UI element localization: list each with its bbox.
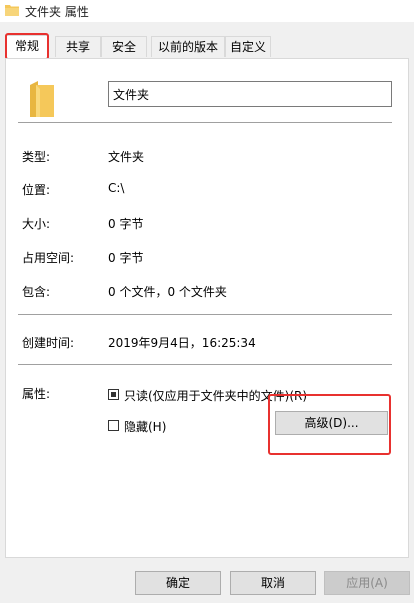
folder-icon (5, 5, 19, 16)
hidden-checkbox[interactable] (108, 420, 119, 431)
contains-label: 包含: (22, 285, 51, 299)
folder-icon (30, 81, 54, 117)
tab-customize[interactable]: 自定义 (225, 36, 271, 57)
hidden-label[interactable]: 隐藏(H) (124, 418, 166, 435)
contains-value: 0 个文件，0 个文件夹 (108, 285, 227, 299)
divider (18, 364, 392, 365)
readonly-checkbox[interactable] (108, 389, 119, 400)
apply-button[interactable]: 应用(A) (324, 571, 410, 595)
folder-name-field[interactable] (108, 81, 392, 107)
window-title: 文件夹 属性 (25, 5, 89, 19)
size-label: 大小: (22, 217, 51, 231)
divider (18, 122, 392, 123)
advanced-button[interactable]: 高级(D)... (275, 411, 388, 435)
cancel-button[interactable]: 取消 (230, 571, 316, 595)
tab-sharing[interactable]: 共享 (55, 36, 101, 57)
size-on-disk-value: 0 字节 (108, 251, 144, 265)
size-on-disk-label: 占用空间: (22, 251, 75, 265)
divider (18, 314, 392, 315)
general-panel: 类型: 文件夹 位置: C:\ 大小: 0 字节 占用空间: 0 字节 包含: … (5, 58, 409, 558)
created-value: 2019年9月4日，16:25:34 (108, 336, 256, 350)
location-value: C:\ (108, 181, 125, 195)
type-label: 类型: (22, 150, 51, 164)
ok-button[interactable]: 确定 (135, 571, 221, 595)
size-value: 0 字节 (108, 217, 144, 231)
attributes-label: 属性: (22, 387, 51, 401)
tab-general[interactable]: 常规 (5, 35, 49, 58)
tab-security[interactable]: 安全 (101, 36, 147, 57)
title-bar: 文件夹 属性 (0, 0, 414, 22)
created-label: 创建时间: (22, 336, 75, 350)
type-value: 文件夹 (108, 150, 145, 164)
readonly-label[interactable]: 只读(仅应用于文件夹中的文件)(R) (124, 387, 307, 404)
tab-previous-versions[interactable]: 以前的版本 (151, 36, 225, 57)
location-label: 位置: (22, 183, 51, 197)
